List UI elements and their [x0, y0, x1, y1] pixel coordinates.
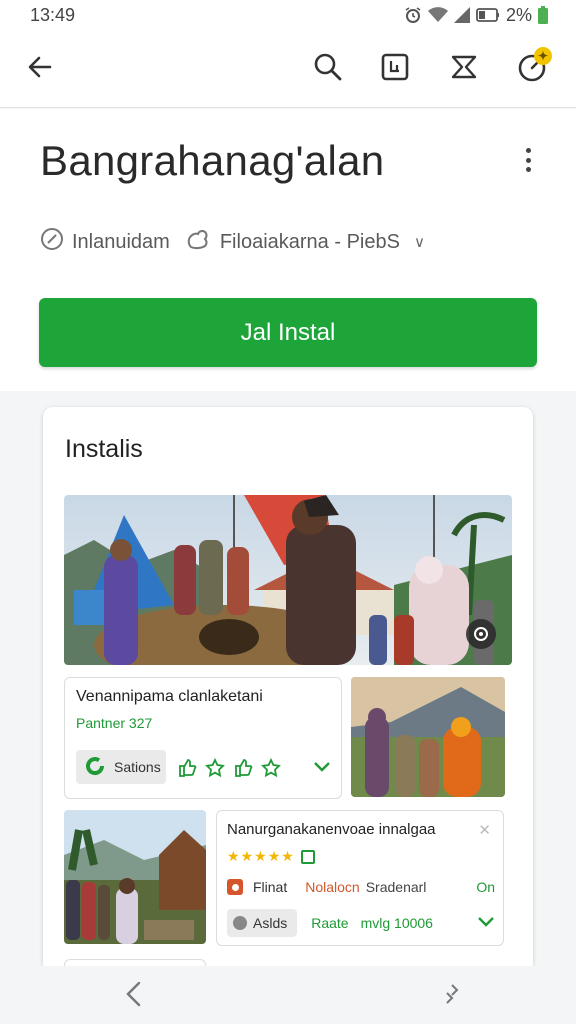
gallery-photo-3[interactable] [64, 810, 206, 944]
chevron-down-icon[interactable] [313, 760, 331, 778]
star-icon: ★ [254, 848, 267, 864]
rating-stars: ★ ★ ★ ★ ★ [227, 848, 315, 865]
star-icon: ★ [267, 848, 281, 864]
tile-2-name: Nanurganakanenvoae innalgaa [227, 821, 436, 838]
meta-label-2: Filoaiakarna - PiebS [219, 230, 400, 253]
battery-icon [476, 7, 500, 23]
app-meta: Inlanuidam Filoaiakarna - PiebS ∨ [40, 227, 425, 257]
tile-1-rating: Pantner 327 [76, 715, 153, 731]
notification-icon[interactable]: ✦ [512, 47, 552, 87]
tile-1-name: Venannipama clanlaketani [76, 688, 263, 705]
star-half-icon: ★ [281, 848, 294, 864]
app-title: Bangrahanag'alan [40, 137, 385, 184]
wifi-icon [427, 7, 448, 23]
info-circle-icon [40, 227, 64, 257]
star-icon[interactable] [261, 758, 281, 778]
app-store-icon [227, 879, 243, 895]
row-a-text-4: On [476, 879, 495, 895]
install-button[interactable]: Jal Instal [39, 298, 537, 367]
meta-item-1[interactable]: Inlanuidam [40, 227, 170, 257]
status-bar: 13:49 2% [0, 0, 576, 30]
tile-2-info[interactable]: Nanurganakanenvoae innalgaa ✕ ★ ★ ★ ★ ★ … [216, 810, 504, 946]
ads-chip-label: Aslds [253, 915, 288, 931]
installs-card: Instalis Venannipama clanlaketani Pantne… [43, 407, 533, 987]
hero-photo[interactable] [64, 495, 512, 665]
battery-percent: 2% [505, 4, 532, 25]
row-a-text-3: Sradenarl [365, 879, 427, 895]
star-icon: ★ [227, 848, 240, 864]
star-icon[interactable] [205, 758, 225, 778]
search-icon[interactable] [308, 47, 348, 87]
row-a-text-1: Flinat [253, 879, 288, 895]
card-title: Instalis [65, 435, 143, 463]
rotate-icon[interactable] [434, 976, 470, 1012]
back-arrow-icon[interactable] [20, 47, 60, 87]
row-a-text-2: Nolalocn [305, 879, 360, 895]
ads-chip[interactable]: Aslds [227, 909, 298, 937]
back-nav-icon[interactable] [116, 976, 152, 1012]
refresh-icon [84, 755, 106, 780]
calendar-icon [300, 849, 315, 864]
sparkle-badge-icon: ✦ [534, 47, 552, 65]
tile-2-row-b: Aslds Raate mvlg 10006 [227, 909, 495, 937]
app-header: Bangrahanag'alan Inlanuidam Filoaiakarna… [0, 109, 576, 391]
signal-icon [453, 7, 470, 23]
tile-1-info[interactable]: Venannipama clanlaketani Pantner 327 Sat… [64, 677, 342, 799]
close-icon[interactable]: ✕ [478, 821, 491, 839]
status-chip-label: Sations [114, 759, 161, 775]
battery-level-icon [538, 6, 548, 24]
more-options-icon[interactable] [516, 145, 540, 175]
row-b-text-1: Raate [311, 915, 349, 931]
thumb-up-icon[interactable] [177, 758, 197, 778]
chevron-down-icon[interactable] [477, 915, 495, 931]
nav-bar [0, 966, 576, 1024]
meta-item-2[interactable]: Filoaiakarna - PiebS ∨ [186, 227, 425, 257]
meta-label-1: Inlanuidam [72, 230, 170, 253]
status-time: 13:49 [30, 4, 76, 25]
developer-icon [186, 227, 212, 257]
star-icon: ★ [240, 848, 254, 864]
share-icon[interactable] [444, 47, 484, 87]
chevron-down-icon: ∨ [413, 234, 425, 251]
gallery-photo-2[interactable] [351, 677, 505, 797]
app-bar: ✦ [0, 30, 576, 108]
status-chip[interactable]: Sations [76, 750, 166, 784]
screenshot-icon[interactable] [375, 47, 415, 87]
row-b-text-2: mvlg 10006 [360, 915, 433, 931]
thumb-up-icon[interactable] [233, 758, 253, 778]
lens-icon[interactable] [466, 619, 496, 649]
tile-2-row-a: Flinat Nolalocn Sradenarl On [227, 879, 495, 895]
tile-1-actions [177, 758, 281, 778]
alarm-icon [404, 6, 422, 24]
gear-icon [233, 916, 247, 930]
